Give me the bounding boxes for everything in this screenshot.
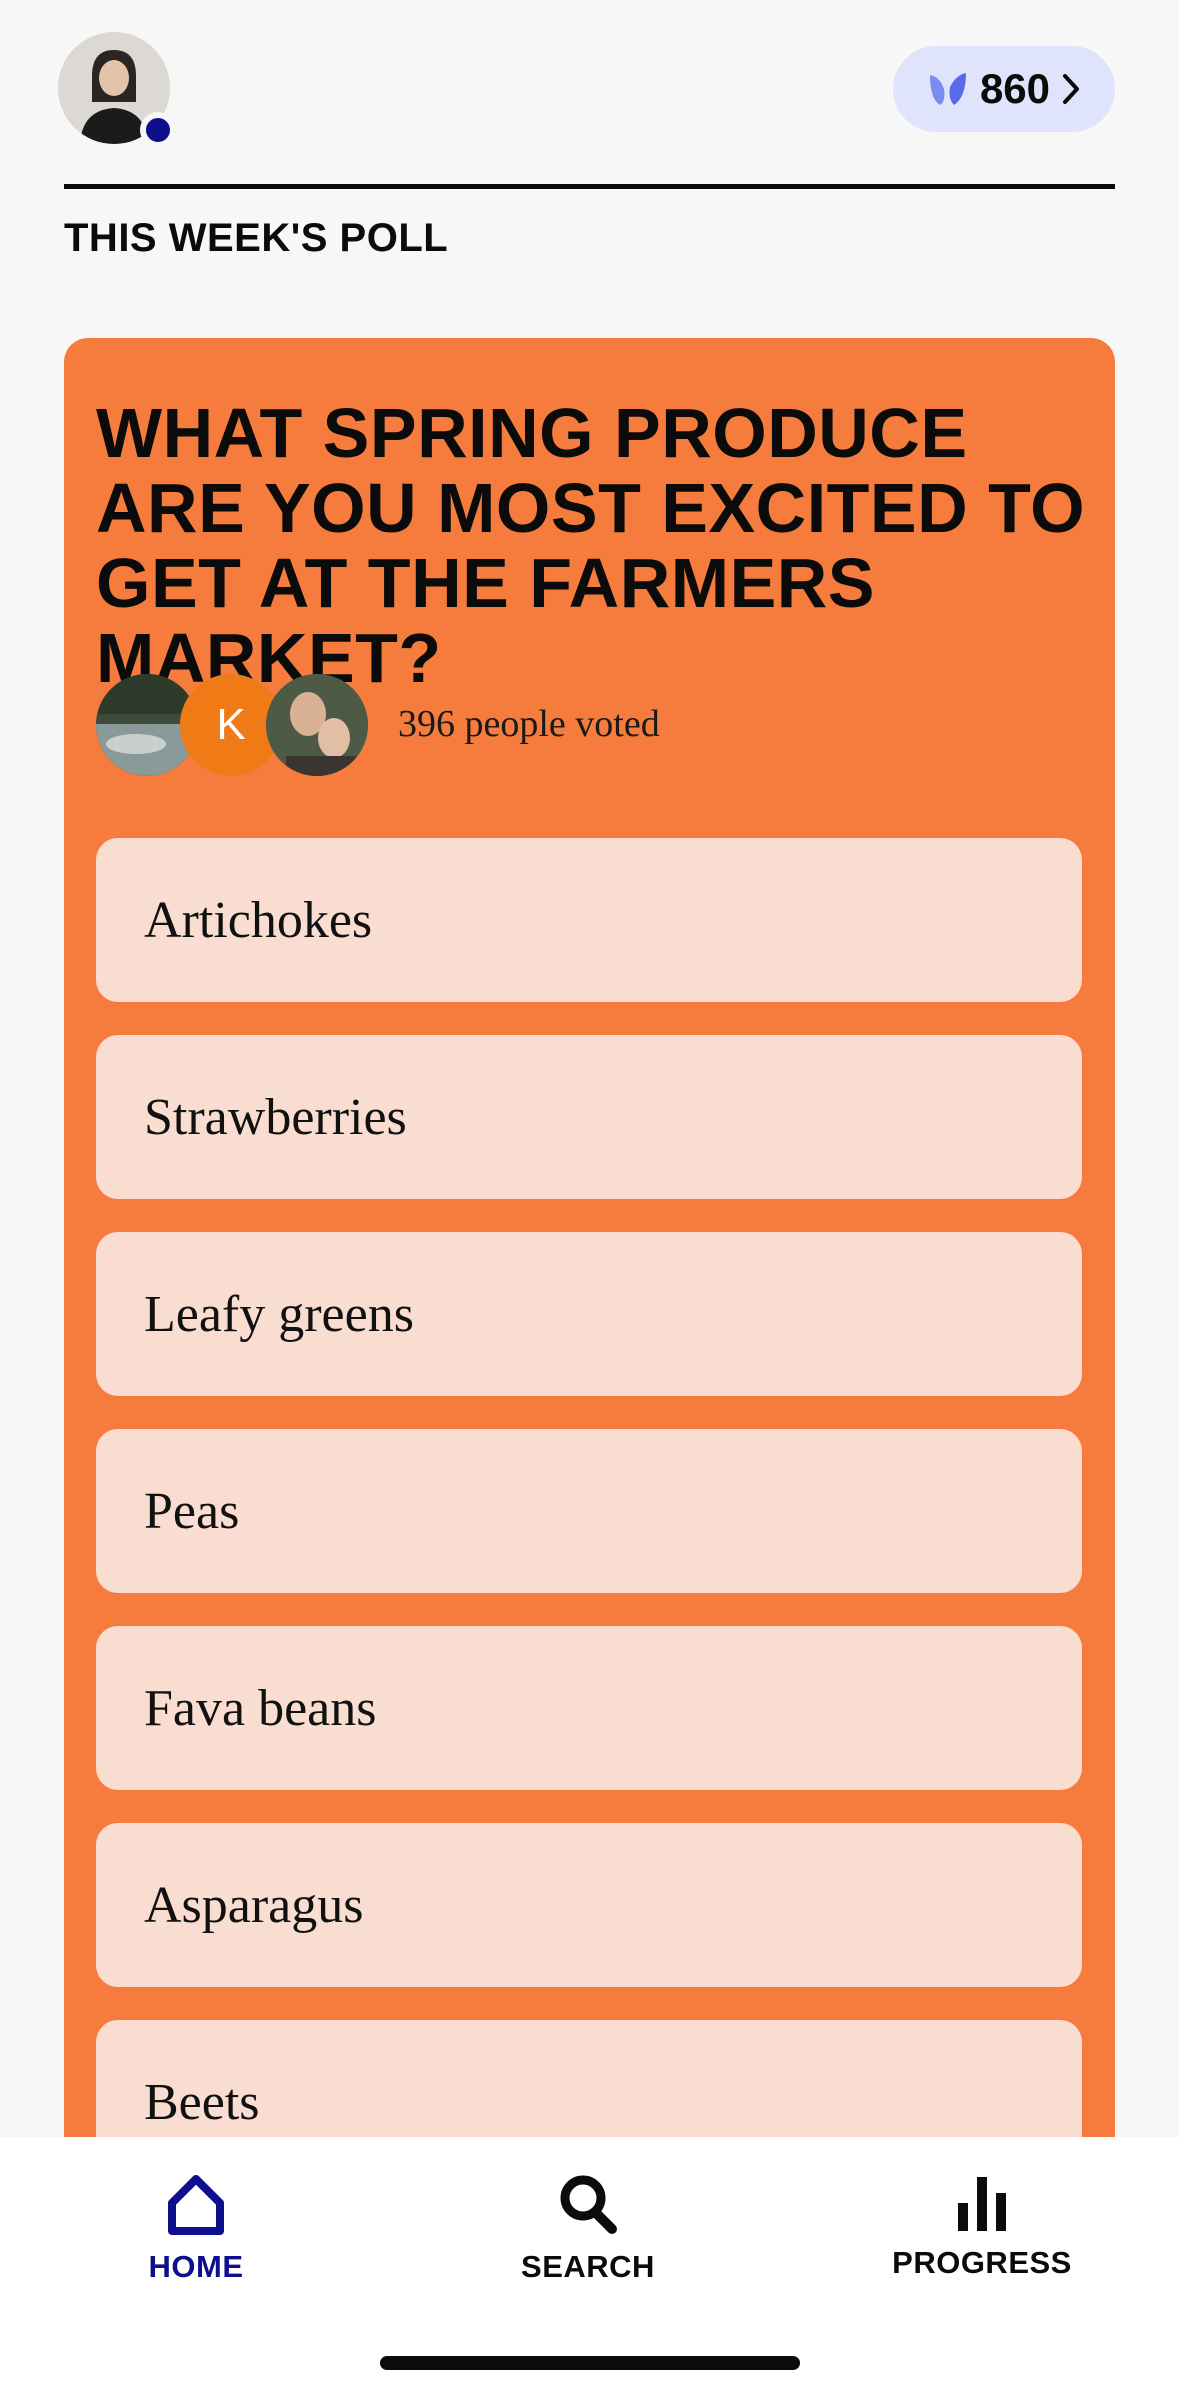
points-badge[interactable]: 860 (893, 46, 1115, 132)
voter-avatars: K (96, 674, 376, 776)
bar-chart-icon (958, 2177, 1006, 2231)
points-value: 860 (979, 65, 1051, 112)
poll-option[interactable]: Artichokes (96, 838, 1082, 1002)
poll-option-label: Artichokes (144, 891, 373, 949)
header-divider (64, 184, 1115, 189)
profile-avatar[interactable] (58, 32, 176, 148)
poll-option[interactable]: Strawberries (96, 1035, 1082, 1199)
voter-avatar-3 (266, 674, 368, 776)
voter-initial: K (216, 700, 246, 749)
nav-search-label: SEARCH (521, 2249, 655, 2284)
search-icon (560, 2175, 617, 2234)
poll-option-label: Leafy greens (144, 1285, 414, 1343)
poll-option-label: Beets (144, 2073, 260, 2131)
poll-option[interactable]: Leafy greens (96, 1232, 1082, 1396)
section-title: THIS WEEK'S POLL (64, 216, 449, 260)
home-indicator (380, 2356, 800, 2370)
nav-home[interactable]: HOME (66, 2173, 326, 2285)
leaf-points-icon (929, 73, 966, 105)
nav-progress-label: PROGRESS (892, 2245, 1072, 2280)
votes-count: 396 people voted (398, 703, 660, 745)
online-status-dot (140, 112, 176, 148)
nav-progress[interactable]: PROGRESS (852, 2173, 1112, 2281)
home-icon (168, 2175, 224, 2235)
chevron-right-icon (1063, 74, 1080, 104)
poll-card: WHAT SPRING PRODUCE ARE YOU MOST EXCITED… (64, 338, 1115, 2184)
poll-option-label: Peas (144, 1482, 240, 1540)
poll-option[interactable]: Asparagus (96, 1823, 1082, 1987)
poll-question: WHAT SPRING PRODUCE ARE YOU MOST EXCITED… (96, 394, 1086, 697)
poll-option[interactable]: Fava beans (96, 1626, 1082, 1790)
nav-home-label: HOME (148, 2249, 244, 2284)
poll-option[interactable]: Peas (96, 1429, 1082, 1593)
poll-option-label: Fava beans (144, 1679, 377, 1737)
nav-search[interactable]: SEARCH (458, 2173, 718, 2285)
poll-option-label: Strawberries (144, 1088, 407, 1146)
poll-option-label: Asparagus (144, 1876, 364, 1934)
